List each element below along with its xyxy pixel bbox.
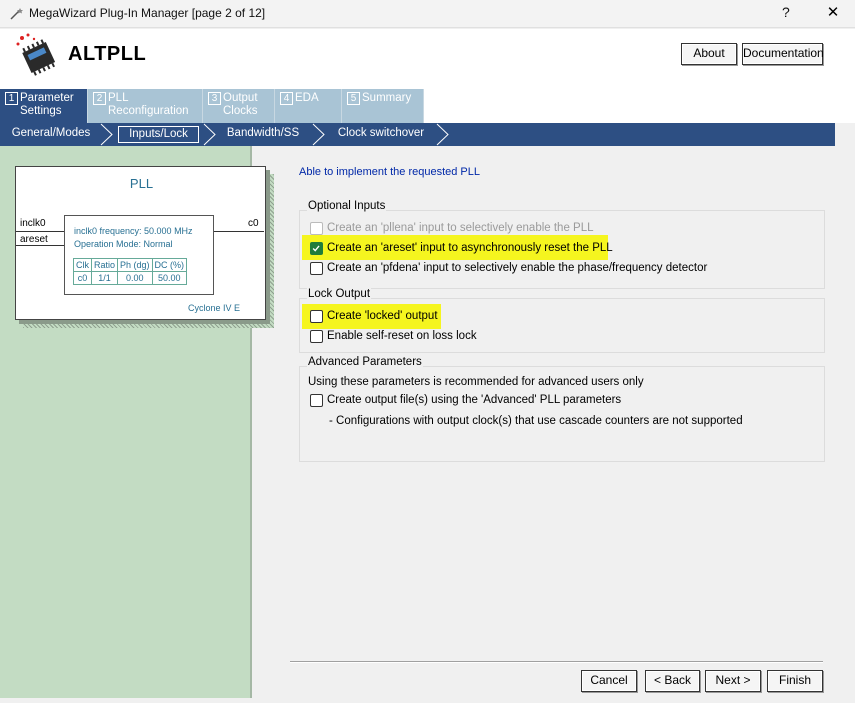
table-header: DC (%) [151,258,188,272]
port-c0-label: c0 [248,218,259,229]
c0-wire [214,231,264,232]
port-inclk0-label: inclk0 [20,218,46,229]
megafunction-name: ALTPLL [68,43,147,65]
tab-pll-reconfiguration[interactable]: 2 PLL Reconfiguration [88,89,203,123]
wand-icon [10,8,23,20]
next-button[interactable]: Next > [705,670,761,692]
subtab-bandwidth-ss[interactable]: Bandwidth/SS [224,126,302,143]
tab-label: Reconfiguration [108,105,189,117]
documentation-button[interactable]: Documentation [742,43,824,65]
subtab-clock-switchover[interactable]: Clock switchover [334,126,428,143]
table-cell: 1/1 [90,271,119,285]
table-row: c0 1/1 0.00 50.00 [73,271,188,285]
option-label: Enable self-reset on loss lock [327,330,477,342]
tab-number: 1 [5,92,18,105]
table-header: Clk [73,258,92,272]
group-title: Optional Inputs [307,200,387,212]
tab-label: EDA [295,92,319,104]
cancel-button[interactable]: Cancel [581,670,637,692]
tab-label: Output [223,92,258,104]
tab-number: 2 [93,92,106,105]
tab-parameter-settings[interactable]: 1 Parameter Settings [0,89,88,123]
option-label: Create 'locked' output [327,310,438,322]
title-bar: MegaWizard Plug-In Manager [page 2 of 12… [0,0,855,28]
option-label: Create an 'pfdena' input to selectively … [327,262,708,274]
pll-block: inclk0 frequency: 50.000 MHz Operation M… [64,215,214,295]
clock-table: Clk Ratio Ph (dg) DC (%) c0 1/1 0.00 50.… [73,258,188,285]
tab-label: Clocks [223,105,258,117]
input-frequency: inclk0 frequency: 50.000 MHz [74,226,193,236]
pll-symbol-title: PLL [129,176,154,191]
chevron-right-icon [436,123,449,146]
table-cell: 0.00 [117,271,153,285]
advanced-description: Using these parameters is recommended fo… [308,376,644,388]
option-label: Create output file(s) using the 'Advance… [327,394,622,406]
close-button[interactable]: ✕ [823,2,843,24]
chevron-right-icon [203,123,216,146]
tab-label: PLL [108,92,129,104]
tab-summary[interactable]: 5 Summary [342,89,424,123]
table-header: Ph (dg) [117,258,153,272]
tab-label: Parameter [20,92,74,104]
device-family: Cyclone IV E [188,303,241,313]
back-button[interactable]: < Back [645,670,700,692]
inclk0-wire [16,231,64,232]
port-areset-label: areset [20,234,48,245]
pfdena-checkbox[interactable] [310,262,323,275]
wizard-header: ALTPLL About Documentation [0,29,855,89]
optional-inputs-group: Optional Inputs Create an 'pllena' input… [299,200,825,289]
subtab-inputs-lock[interactable]: Inputs/Lock [118,126,199,143]
megafunction-chip-icon [16,33,56,76]
pll-symbol: PLL inclk0 areset c0 inclk0 frequency: 5… [15,166,266,320]
subtab-general-modes[interactable]: General/Modes [8,126,94,143]
parameter-subtabs: General/Modes Inputs/Lock Bandwidth/SS C… [0,123,835,146]
areset-wire [16,245,64,246]
checkmark-icon [312,245,320,252]
operation-mode: Operation Mode: Normal [74,239,173,249]
tab-number: 5 [347,92,360,105]
tab-eda[interactable]: 4 EDA [275,89,342,123]
table-cell: c0 [73,271,92,285]
option-label: Create an 'areset' input to asynchronous… [327,242,613,254]
window-title: MegaWizard Plug-In Manager [page 2 of 12… [29,6,266,20]
status-message: Able to implement the requested PLL [299,166,481,178]
pllena-checkbox[interactable] [310,222,323,235]
advanced-note: - Configurations with output clock(s) th… [329,415,743,427]
finish-button[interactable]: Finish [767,670,823,692]
areset-checkbox[interactable] [310,242,323,255]
tab-number: 4 [280,92,293,105]
wizard-tabs: 1 Parameter Settings 2 PLL Reconfigurati… [0,89,855,123]
help-button[interactable]: ? [782,4,790,20]
group-title: Advanced Parameters [307,356,423,368]
table-cell: 50.00 [151,271,188,285]
tab-number: 3 [208,92,221,105]
tab-output-clocks[interactable]: 3 Output Clocks [203,89,275,123]
about-button[interactable]: About [681,43,737,65]
chevron-right-icon [312,123,325,146]
group-title: Lock Output [307,288,372,300]
table-header: Ratio [90,258,119,272]
advanced-checkbox[interactable] [310,394,323,407]
locked-checkbox[interactable] [310,310,323,323]
tab-label: Summary [362,92,412,104]
self-reset-checkbox[interactable] [310,330,323,343]
footer-separator [290,661,823,663]
chevron-right-icon [100,123,113,146]
advanced-parameters-group: Advanced Parameters Using these paramete… [299,356,825,462]
tab-label: Settings [20,105,62,117]
lock-output-group: Lock Output Create 'locked' output Enabl… [299,288,825,353]
